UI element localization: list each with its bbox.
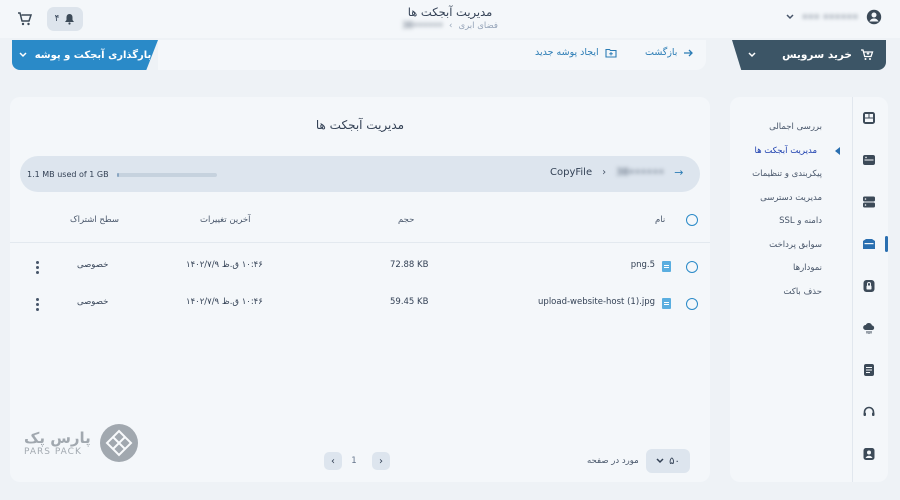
storage-usage-fill: [116, 172, 119, 177]
lock-icon[interactable]: [862, 279, 876, 293]
file-icon: [662, 298, 671, 309]
page-title: مدیریت آبجکت ها: [407, 5, 493, 19]
sidebar-item-label: نمودارها: [793, 263, 822, 274]
storage-icon[interactable]: [862, 237, 876, 251]
logo-mark-icon: [99, 424, 138, 462]
select-all-radio[interactable]: [686, 214, 698, 226]
sidebar-item-charts[interactable]: نمودارها: [712, 257, 822, 281]
storage-usage-text: 1.1 MB used of 1 GB: [27, 170, 109, 179]
storage-usage-bar: [116, 172, 217, 177]
row-select-radio[interactable]: [686, 261, 698, 273]
sidebar-item-label: سوابق پرداخت: [769, 239, 822, 250]
file-size: 59.45 KB: [390, 297, 429, 307]
sidebar-item-label: حذف باکت: [783, 286, 822, 297]
upload-object-button[interactable]: بارگذاری آبجکت و پوشه: [12, 40, 158, 70]
storage-usage: 1.1 MB used of 1 GB: [27, 170, 217, 179]
logo-fa-text: پارس پک: [24, 429, 91, 447]
sidebar-item-label: مدیریت دسترسی: [760, 192, 822, 203]
arrow-right-icon: [684, 49, 694, 56]
back-label: بازگشت: [645, 47, 678, 58]
sidebar-item-label: پیکربندی و تنظیمات: [752, 169, 822, 180]
buy-label: خرید سرویس: [782, 49, 852, 61]
path-separator-icon: ‹: [602, 167, 607, 178]
sidebar-item-domain-ssl[interactable]: دامنه و SSL: [712, 210, 822, 234]
active-indicator-icon: [835, 147, 840, 156]
document-icon[interactable]: [862, 363, 876, 377]
row-menu-icon[interactable]: [36, 261, 40, 274]
prev-page-button[interactable]: ‹: [324, 452, 342, 470]
support-icon[interactable]: [862, 405, 876, 419]
cloud-icon[interactable]: [862, 321, 876, 335]
logo-en-text: PARS PACK: [24, 447, 82, 457]
file-name[interactable]: png.5: [631, 260, 655, 270]
new-folder-button[interactable]: ایجاد پوشه جدید: [535, 47, 617, 58]
table-row[interactable]: upload-website-host (1).jpg 59.45 KB ۱۰:…: [10, 288, 710, 320]
parspack-logo: پارس پک PARS PACK: [24, 423, 139, 463]
breadcrumb-current: ••••••38: [402, 21, 444, 31]
sidebar-nav: بررسی اجمالی مدیریت آبجکت ها پیکربندی و …: [712, 116, 840, 305]
file-modified: ۱۰:۴۶ ق.ظ ۱۴۰۲/۷/۹: [186, 260, 263, 270]
cart-icon[interactable]: [17, 11, 33, 27]
server-icon[interactable]: [862, 153, 876, 167]
column-size: حجم: [398, 215, 415, 225]
buy-service-button[interactable]: خرید سرویس: [732, 40, 886, 70]
chevron-down-icon: [748, 52, 756, 58]
file-name[interactable]: upload-website-host (1).jpg: [538, 297, 655, 307]
breadcrumb-separator: ›: [449, 21, 453, 31]
row-menu-icon[interactable]: [36, 298, 40, 311]
back-button[interactable]: بازگشت: [645, 47, 694, 58]
notification-count: ۴: [54, 14, 60, 24]
column-access: سطح اشتراک: [70, 215, 119, 225]
file-icon: [662, 261, 671, 272]
breadcrumb-root[interactable]: فضای ابری: [458, 21, 497, 31]
chevron-down-icon: [19, 52, 27, 58]
user-name: ••• ••••••: [802, 11, 859, 23]
new-folder-label: ایجاد پوشه جدید: [535, 47, 599, 58]
chevron-down-icon: [786, 14, 794, 20]
sidebar-item-delete-bucket[interactable]: حذف باکت: [712, 281, 822, 305]
chevron-down-icon: [656, 458, 664, 464]
next-page-button[interactable]: ›: [372, 452, 390, 470]
current-page[interactable]: 1: [345, 456, 363, 466]
sidebar-item-access[interactable]: مدیریت دسترسی: [712, 187, 822, 211]
path-back-icon[interactable]: →: [674, 166, 683, 179]
folder-path: → ••••••38 ‹ CopyFile: [550, 166, 683, 179]
per-page-value: ۵۰: [669, 455, 680, 467]
row-select-radio[interactable]: [686, 298, 698, 310]
file-access: خصوصی: [77, 297, 109, 307]
file-size: 72.88 KB: [390, 260, 429, 270]
bell-icon: [65, 14, 75, 25]
path-folder: CopyFile: [550, 167, 593, 178]
upload-label: بارگذاری آبجکت و پوشه: [34, 49, 152, 61]
sidebar-item-overview[interactable]: بررسی اجمالی: [712, 116, 822, 140]
sidebar-item-configuration[interactable]: پیکربندی و تنظیمات: [712, 163, 822, 187]
sidebar-item-object-management[interactable]: مدیریت آبجکت ها: [712, 140, 840, 164]
sidebar-item-label: بررسی اجمالی: [769, 122, 822, 133]
per-page-label: مورد در صفحه: [587, 456, 639, 466]
cart-plus-icon: [861, 49, 874, 60]
database-icon[interactable]: [862, 195, 876, 209]
path-bucket[interactable]: ••••••38: [616, 167, 664, 178]
notification-button[interactable]: ۴: [47, 7, 83, 31]
user-avatar-icon: [867, 9, 882, 25]
action-bar: [158, 40, 706, 70]
sidebar-item-label: دامنه و SSL: [779, 216, 822, 227]
rail-active-indicator: [885, 236, 888, 252]
profile-icon[interactable]: [862, 447, 876, 461]
breadcrumb: فضای ابری › ••••••38: [330, 21, 570, 31]
column-name: نام: [655, 215, 666, 225]
column-modified: آخرین تغییرات: [200, 215, 251, 225]
file-access: خصوصی: [77, 260, 109, 270]
dashboard-icon[interactable]: [862, 111, 876, 125]
per-page-select[interactable]: ۵۰: [646, 449, 690, 473]
panel-title: مدیریت آبجکت ها: [315, 118, 405, 132]
folder-plus-icon: [605, 48, 617, 58]
table-header: نام حجم آخرین تغییرات سطح اشتراک: [10, 208, 710, 236]
user-menu[interactable]: ••• ••••••: [786, 9, 882, 25]
sidebar-item-payments[interactable]: سوابق پرداخت: [712, 234, 822, 258]
file-modified: ۱۰:۴۶ ق.ظ ۱۴۰۲/۷/۹: [186, 297, 263, 307]
table-row[interactable]: png.5 72.88 KB ۱۰:۴۶ ق.ظ ۱۴۰۲/۷/۹ خصوصی: [10, 251, 710, 283]
header-divider: [10, 242, 710, 243]
sidebar-item-label: مدیریت آبجکت ها: [754, 145, 817, 156]
